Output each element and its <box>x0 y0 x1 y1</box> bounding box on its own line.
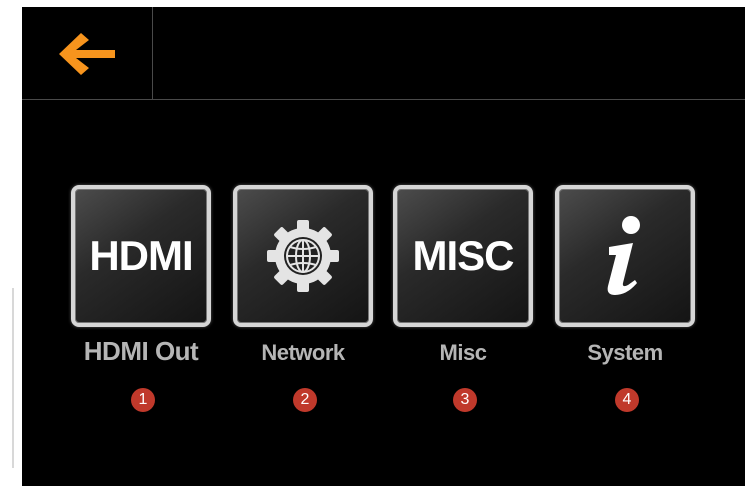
settings-menu: HDMI HDMI Out 1 Network 2 MISC Misc 3 Sy… <box>22 7 745 486</box>
menu-item-label: System <box>587 340 663 365</box>
device-screen: HDMI HDMI Out 1 Network 2 MISC Misc 3 Sy… <box>22 7 745 486</box>
system-tile-button[interactable] <box>555 185 695 327</box>
hdmi-tile-button[interactable]: HDMI <box>71 185 211 327</box>
menu-item-network[interactable]: Network 2 <box>233 185 373 412</box>
menu-item-misc[interactable]: MISC Misc 3 <box>393 185 533 412</box>
info-icon <box>607 216 640 295</box>
page-edge-divider <box>12 288 14 468</box>
step-number-badge: 1 <box>131 388 155 412</box>
step-number-badge: 3 <box>453 388 477 412</box>
menu-item-label: Misc <box>439 340 487 365</box>
misc-tile-button[interactable]: MISC <box>393 185 533 327</box>
menu-item-system[interactable]: System 4 <box>555 185 695 412</box>
misc-icon: MISC <box>412 232 515 279</box>
screenshot-frame: HDMI HDMI Out 1 Network 2 MISC Misc 3 Sy… <box>0 0 745 486</box>
menu-item-label: HDMI Out <box>83 336 199 366</box>
step-number-badge: 4 <box>615 388 639 412</box>
menu-item-hdmi-out[interactable]: HDMI HDMI Out 1 <box>71 185 211 412</box>
step-number-badge: 2 <box>293 388 317 412</box>
network-tile-button[interactable] <box>233 185 373 327</box>
network-gear-globe-icon <box>267 220 339 292</box>
hdmi-icon: HDMI <box>89 232 193 279</box>
menu-item-label: Network <box>261 340 345 365</box>
